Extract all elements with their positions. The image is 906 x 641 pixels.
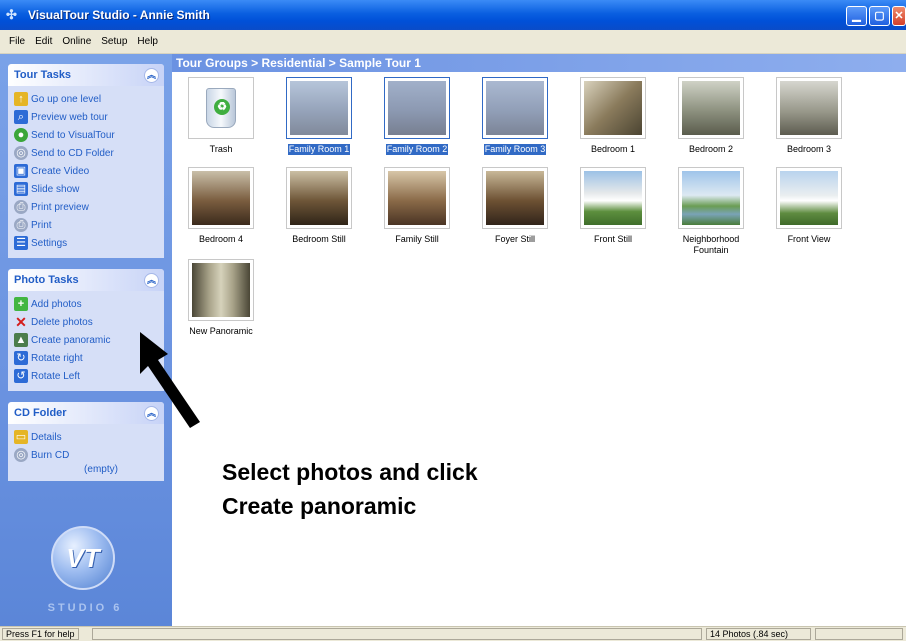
video-icon: ▣ [14, 164, 28, 178]
settings-icon: ☰ [14, 236, 28, 250]
photo-image [388, 171, 446, 225]
panorama-icon: ▲ [14, 333, 28, 347]
task-preview-web-tour[interactable]: ⌕ Preview web tour [14, 108, 158, 126]
menu-edit[interactable]: Edit [30, 36, 57, 47]
thumbnail-bedroom-3[interactable]: Bedroom 3 [764, 77, 854, 155]
photo-image [682, 171, 740, 225]
status-message [92, 628, 702, 640]
print-preview-icon: ⎙ [14, 200, 28, 214]
recycle-bin-icon: ♻ [206, 88, 236, 128]
thumbnail-family-room-1[interactable]: Family Room 1 [274, 77, 364, 155]
thumbnail-neighborhood-fountain[interactable]: Neighborhood Fountain [666, 167, 756, 256]
task-go-up-one-level[interactable]: ↑ Go up one level [14, 90, 158, 108]
thumbnail-front-view[interactable]: Front View [764, 167, 854, 245]
delete-x-icon: ✕ [15, 314, 27, 330]
photo-image [388, 81, 446, 135]
folder-icon: ▭ [14, 430, 28, 444]
pointer-arrow-icon [140, 332, 200, 428]
thumbnail-family-room-2[interactable]: Family Room 2 [372, 77, 462, 155]
globe-icon: ● [14, 128, 28, 142]
thumbnail-family-room-3[interactable]: Family Room 3 [470, 77, 560, 155]
maximize-button[interactable]: ▢ [869, 6, 890, 26]
hint-line-1: Select photos and click [222, 459, 478, 485]
main-content: Tour Groups > Residential > Sample Tour … [172, 54, 906, 626]
tour-tasks-header[interactable]: Tour Tasks ︽ [8, 64, 164, 86]
thumbnail-family-still[interactable]: Family Still [372, 167, 462, 245]
folder-up-icon: ↑ [14, 92, 28, 106]
thumbnail-front-still[interactable]: Front Still [568, 167, 658, 245]
photo-image [290, 171, 348, 225]
slideshow-icon: ▤ [14, 182, 28, 196]
status-help: Press F1 for help [2, 628, 79, 640]
menu-setup[interactable]: Setup [96, 36, 132, 47]
burn-cd-icon: ◎ [14, 448, 28, 462]
menu-help[interactable]: Help [132, 36, 163, 47]
printer-icon: ⎙ [14, 218, 28, 232]
photo-tasks-header[interactable]: Photo Tasks ︽ [8, 269, 164, 291]
task-create-video[interactable]: ▣ Create Video [14, 162, 158, 180]
window-controls: ▁ ▢ ✕ [846, 6, 906, 26]
photo-image [290, 81, 348, 135]
task-slide-show[interactable]: ▤ Slide show [14, 180, 158, 198]
photo-image [192, 263, 250, 317]
collapse-up-icon[interactable]: ︽ [144, 67, 159, 83]
photo-image [584, 81, 642, 135]
status-extra [815, 628, 903, 640]
thumbnail-bedroom-1[interactable]: Bedroom 1 [568, 77, 658, 155]
thumbnail-trash[interactable]: ♻ Trash [176, 77, 266, 155]
tour-tasks-panel: Tour Tasks ︽ ↑ Go up one level ⌕ Preview w… [8, 64, 164, 258]
task-create-panoramic[interactable]: ▲ Create panoramic [14, 331, 158, 349]
breadcrumb: Tour Groups > Residential > Sample Tour … [172, 54, 906, 72]
task-rotate-left[interactable]: ↺ Rotate Left [14, 367, 158, 385]
photo-image [780, 81, 838, 135]
task-add-photos[interactable]: + Add photos [14, 295, 158, 313]
menu-online[interactable]: Online [57, 36, 96, 47]
studio-logo: VT STUDIO 6 [36, 526, 134, 624]
photo-image [682, 81, 740, 135]
cd-folder-title: CD Folder [14, 407, 67, 419]
task-rotate-right[interactable]: ↻ Rotate right [14, 349, 158, 367]
task-burn-cd[interactable]: ◎ Burn CD [14, 446, 158, 464]
magnifier-icon: ⌕ [14, 110, 28, 124]
logo-text: STUDIO 6 [47, 602, 123, 614]
task-details[interactable]: ▭ Details [14, 428, 158, 446]
task-settings[interactable]: ☰ Settings [14, 234, 158, 252]
thumbnail-foyer-still[interactable]: Foyer Still [470, 167, 560, 245]
window-title: VisualTour Studio - Annie Smith [28, 8, 210, 22]
photo-image [584, 171, 642, 225]
task-print[interactable]: ⎙ Print [14, 216, 158, 234]
menu-file[interactable]: File [4, 36, 30, 47]
close-button[interactable]: ✕ [892, 6, 906, 26]
task-print-preview[interactable]: ⎙ Print preview [14, 198, 158, 216]
photo-image [192, 171, 250, 225]
cd-folder-empty-note: (empty) [84, 464, 118, 475]
photo-image [486, 81, 544, 135]
vt-logo-icon: VT [51, 526, 115, 590]
minimize-button[interactable]: ▁ [846, 6, 867, 26]
thumbnail-bedroom-4[interactable]: Bedroom 4 [176, 167, 266, 245]
rotate-left-icon: ↺ [14, 369, 28, 383]
hint-line-2: Create panoramic [222, 493, 417, 519]
task-send-to-visualtour[interactable]: ● Send to VisualTour [14, 126, 158, 144]
status-photo-count: 14 Photos (.84 sec) [706, 628, 811, 640]
cd-icon: ◎ [14, 146, 28, 160]
tour-tasks-title: Tour Tasks [14, 69, 72, 81]
title-bar: ✣ VisualTour Studio - Annie Smith ▁ ▢ ✕ [0, 0, 906, 30]
plus-icon: + [14, 297, 28, 311]
task-delete-photos[interactable]: ✕ Delete photos [14, 313, 158, 331]
status-bar: Press F1 for help 14 Photos (.84 sec) [0, 626, 906, 641]
collapse-up-icon[interactable]: ︽ [144, 272, 159, 288]
photo-tasks-title: Photo Tasks [14, 274, 79, 286]
menu-bar: File Edit Online Setup Help [0, 30, 906, 54]
photo-image [780, 171, 838, 225]
rotate-right-icon: ↻ [14, 351, 28, 365]
thumbnail-bedroom-2[interactable]: Bedroom 2 [666, 77, 756, 155]
task-send-to-cd-folder[interactable]: ◎ Send to CD Folder [14, 144, 158, 162]
thumbnail-bedroom-still[interactable]: Bedroom Still [274, 167, 364, 245]
app-icon: ✣ [6, 7, 17, 22]
thumbnail-new-panoramic[interactable]: New Panoramic [176, 259, 266, 337]
instruction-hint: Select photos and click Create panoramic [222, 455, 478, 523]
photo-image [486, 171, 544, 225]
